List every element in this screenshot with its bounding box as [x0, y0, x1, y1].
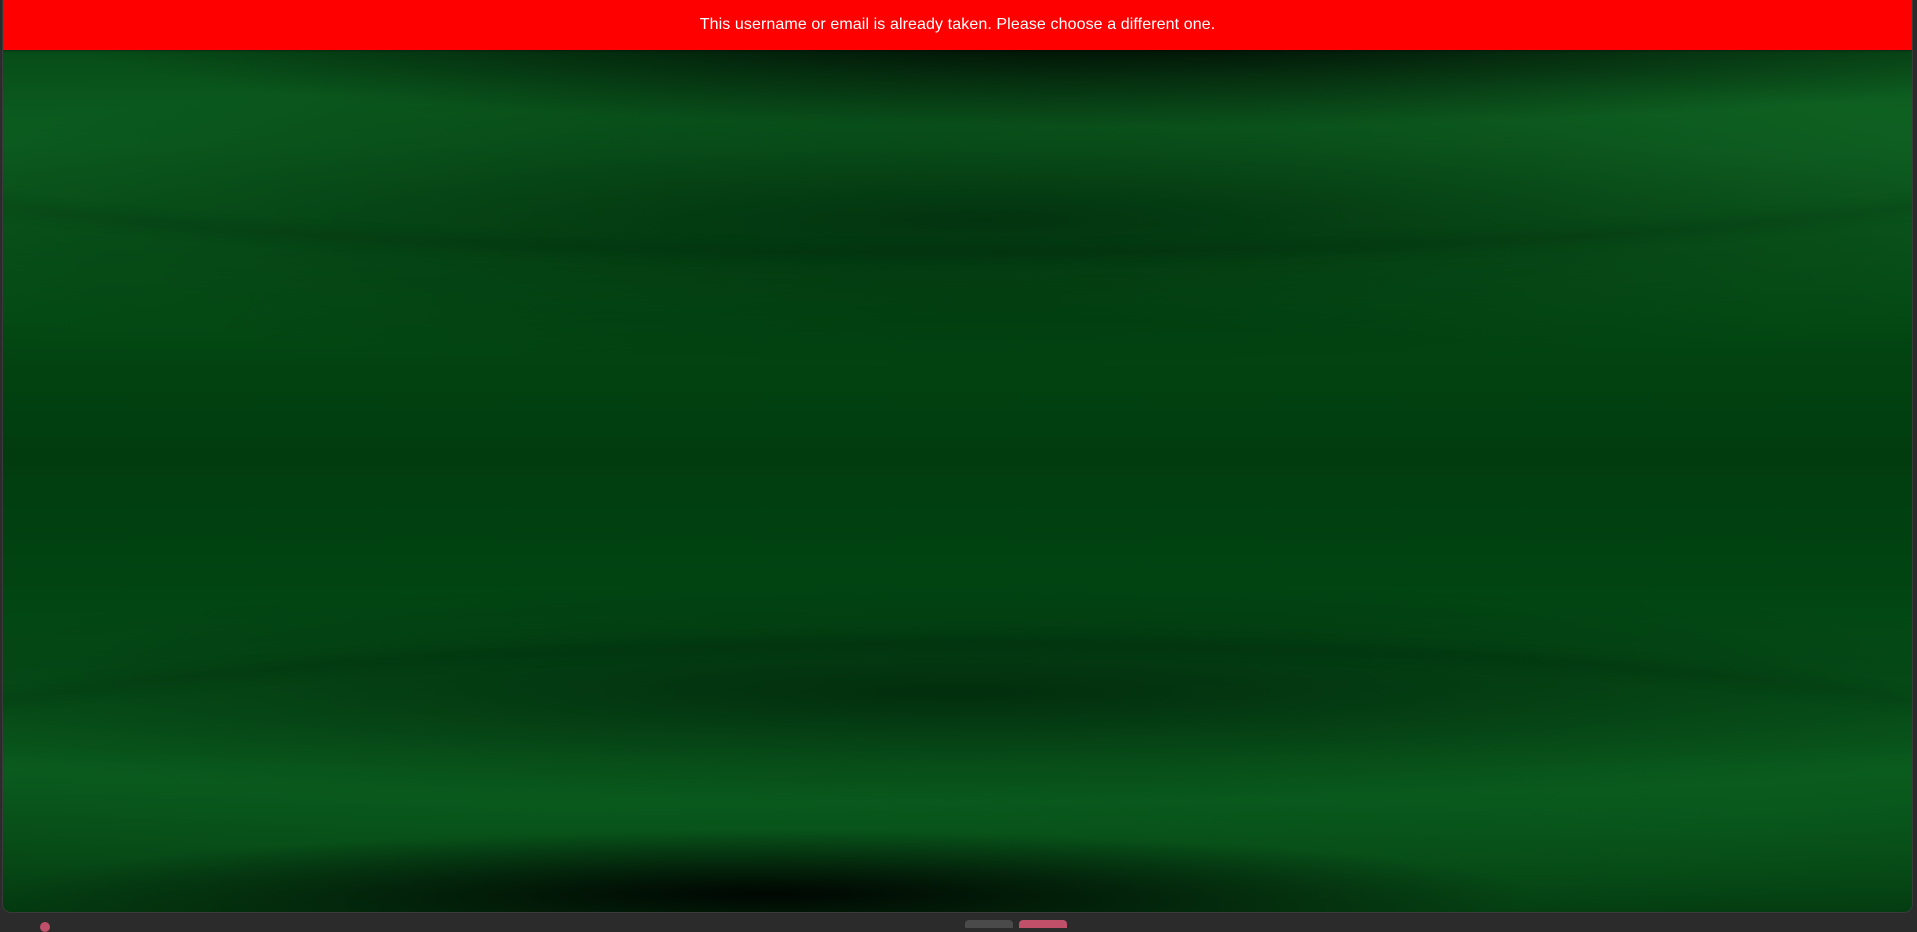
background-wallpaper: [3, 0, 1912, 912]
error-notification-banner: This username or email is already taken.…: [3, 0, 1912, 50]
taskbar: [0, 914, 1917, 932]
app-icon[interactable]: [40, 922, 50, 932]
taskbar-window-button-active[interactable]: [1019, 920, 1067, 928]
taskbar-window-button[interactable]: [965, 920, 1013, 928]
error-notification-message: This username or email is already taken.…: [699, 16, 1216, 33]
app-window: This username or email is already taken.…: [3, 0, 1912, 912]
